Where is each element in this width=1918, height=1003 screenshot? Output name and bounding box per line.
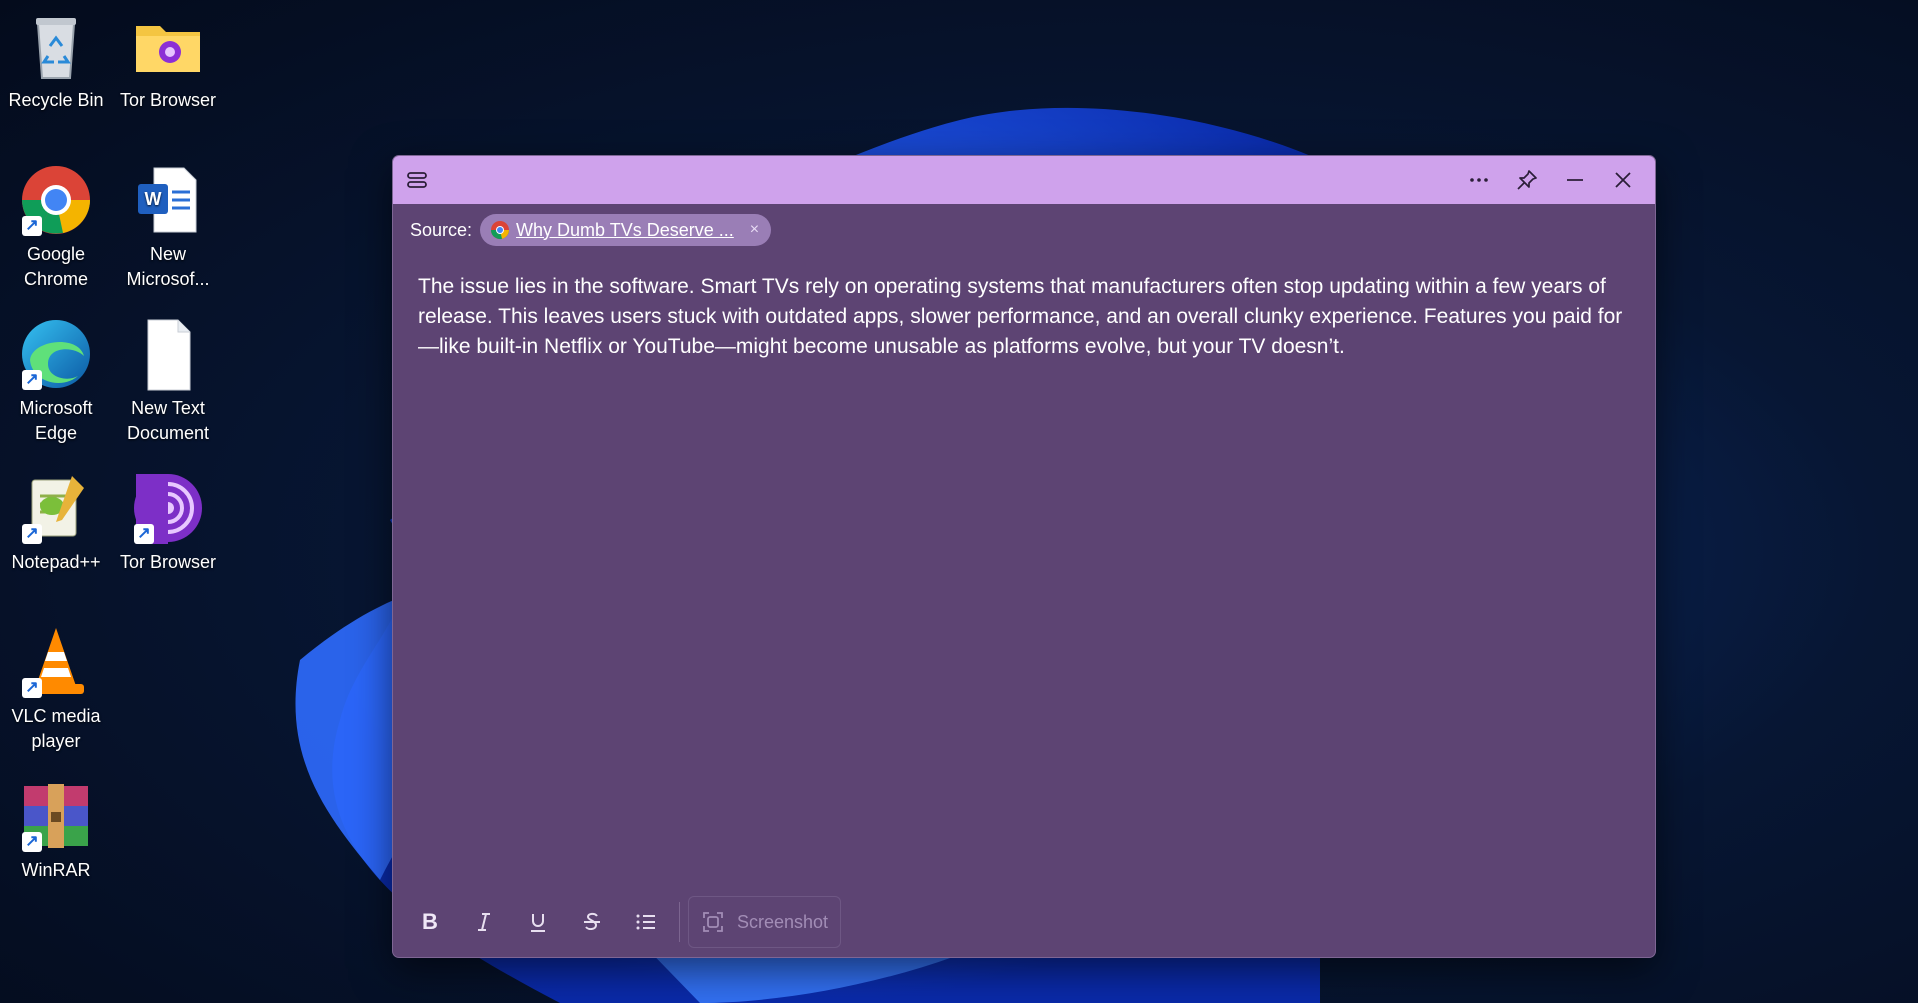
minimize-button[interactable] bbox=[1557, 164, 1593, 196]
more-icon bbox=[1470, 178, 1488, 182]
shortcut-arrow-icon: ↗ bbox=[134, 524, 154, 544]
underline-icon bbox=[531, 914, 545, 932]
italic-button[interactable] bbox=[457, 899, 511, 945]
source-label: Source: bbox=[410, 219, 473, 240]
screenshot-button[interactable]: Screenshot bbox=[688, 896, 842, 948]
shortcut-arrow-icon: ↗ bbox=[22, 832, 42, 852]
desktop-icon-text-document[interactable]: New Text Document bbox=[112, 316, 224, 446]
desktop-icon-winrar[interactable]: ↗ WinRAR bbox=[0, 778, 112, 883]
desktop-icon-word-document[interactable]: W New Microsof... bbox=[112, 162, 224, 292]
bullet-list-button[interactable] bbox=[619, 899, 673, 945]
edge-icon: ↗ bbox=[18, 316, 94, 392]
formatting-toolbar: B Screenshot bbox=[403, 895, 842, 949]
screenshot-icon bbox=[703, 912, 723, 932]
note-titlebar[interactable] bbox=[393, 156, 1655, 204]
desktop-icon-label: New Text Document bbox=[126, 398, 210, 443]
desktop-icon-label: Notepad++ bbox=[11, 552, 101, 572]
desktop-icon-google-chrome[interactable]: ↗ Google Chrome bbox=[0, 162, 112, 292]
desktop-icon-label: New Microsof... bbox=[126, 244, 210, 289]
bullet-list-icon bbox=[636, 914, 655, 930]
toolbar-divider bbox=[679, 902, 680, 942]
chrome-icon bbox=[491, 221, 510, 240]
tor-browser-icon: ↗ bbox=[130, 470, 206, 546]
desktop-icon-tor-browser[interactable]: ↗ Tor Browser bbox=[112, 470, 224, 575]
shortcut-arrow-icon: ↗ bbox=[22, 678, 42, 698]
remove-source-icon[interactable]: × bbox=[750, 221, 759, 239]
menu-button[interactable] bbox=[399, 164, 435, 196]
folder-icon bbox=[130, 8, 206, 84]
svg-text:W: W bbox=[145, 189, 162, 209]
sticky-note-window[interactable]: Source: Why Dumb TVs Deserve ... × The i… bbox=[392, 155, 1656, 958]
desktop-icon-tor-browser-folder[interactable]: Tor Browser bbox=[112, 8, 224, 113]
italic-icon bbox=[478, 913, 490, 931]
desktop-icon-label: VLC media player bbox=[11, 706, 101, 751]
chrome-icon: ↗ bbox=[18, 162, 94, 238]
text-document-icon bbox=[130, 316, 206, 392]
strikethrough-icon bbox=[584, 912, 600, 931]
desktop-icon-label: Google Chrome bbox=[23, 244, 89, 289]
bold-icon: B bbox=[422, 909, 438, 934]
pin-icon bbox=[1517, 170, 1537, 190]
notepad-plus-plus-icon: ↗ bbox=[18, 470, 94, 546]
recycle-bin-icon bbox=[18, 8, 94, 84]
source-chip[interactable]: Why Dumb TVs Deserve ... × bbox=[480, 214, 772, 246]
desktop-icon-microsoft-edge[interactable]: ↗ Microsoft Edge bbox=[0, 316, 112, 446]
winrar-icon: ↗ bbox=[18, 778, 94, 854]
shortcut-arrow-icon: ↗ bbox=[22, 216, 42, 236]
source-link[interactable]: Why Dumb TVs Deserve ... bbox=[516, 220, 734, 241]
desktop-icon-label: WinRAR bbox=[21, 860, 91, 880]
desktop-icon-label: Microsoft Edge bbox=[19, 398, 93, 443]
desktop-icon-recycle-bin[interactable]: Recycle Bin bbox=[0, 8, 112, 113]
pin-button[interactable] bbox=[1509, 164, 1545, 196]
note-content[interactable]: The issue lies in the software. Smart TV… bbox=[418, 272, 1627, 362]
desktop-icon-label: Tor Browser bbox=[119, 552, 217, 572]
more-options-button[interactable] bbox=[1461, 164, 1497, 196]
desktop-icon-notepad-plus-plus[interactable]: ↗ Notepad++ bbox=[0, 470, 112, 575]
word-document-icon: W bbox=[130, 162, 206, 238]
desktop-icon-vlc[interactable]: ↗ VLC media player bbox=[0, 624, 112, 754]
desktop-icon-label: Tor Browser bbox=[119, 90, 217, 110]
menu-icon bbox=[407, 172, 427, 188]
bold-button[interactable]: B bbox=[403, 899, 457, 945]
underline-button[interactable] bbox=[511, 899, 565, 945]
close-icon bbox=[1615, 172, 1631, 188]
shortcut-arrow-icon: ↗ bbox=[22, 370, 42, 390]
minimize-icon bbox=[1567, 179, 1583, 181]
close-button[interactable] bbox=[1605, 164, 1641, 196]
source-row: Source: Why Dumb TVs Deserve ... × bbox=[410, 214, 772, 246]
shortcut-arrow-icon: ↗ bbox=[22, 524, 42, 544]
desktop-icon-label: Recycle Bin bbox=[8, 90, 104, 110]
vlc-icon: ↗ bbox=[18, 624, 94, 700]
screenshot-label: Screenshot bbox=[737, 911, 829, 932]
strikethrough-button[interactable] bbox=[565, 899, 619, 945]
